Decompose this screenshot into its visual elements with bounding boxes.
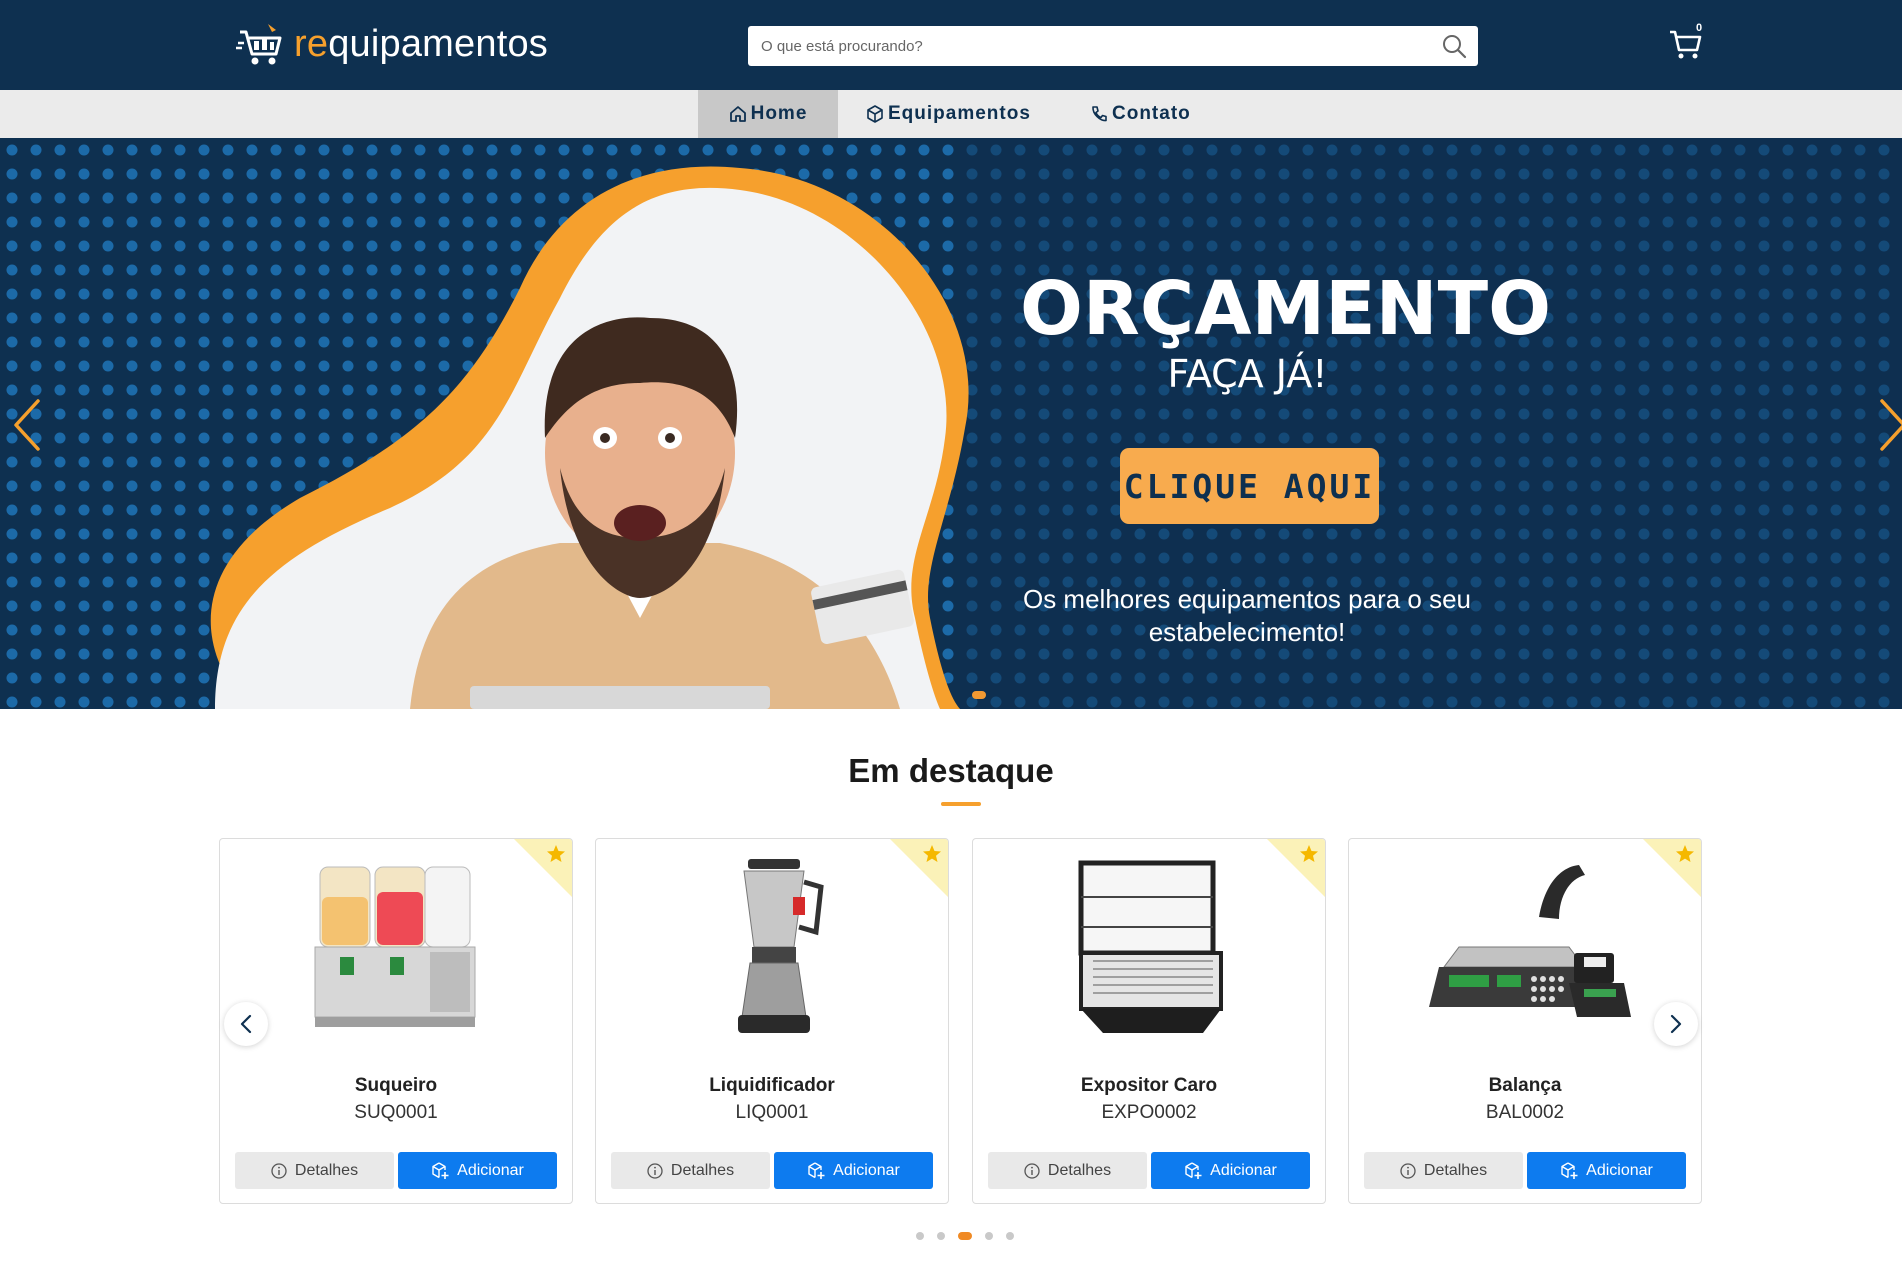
info-icon (271, 1162, 287, 1179)
box-icon (867, 105, 883, 123)
carousel-next-button[interactable] (1654, 1002, 1698, 1046)
add-label: Adicionar (1210, 1161, 1277, 1179)
info-icon (1400, 1162, 1416, 1179)
chevron-left-icon (240, 1014, 252, 1034)
pager-dot[interactable] (916, 1232, 924, 1240)
details-button[interactable]: Detalhes (1364, 1152, 1523, 1189)
nav-equipamentos-label: Equipamentos (888, 103, 1031, 124)
nav-contato-label: Contato (1112, 103, 1191, 124)
hero-subtitle: FAÇA JÁ! (1167, 352, 1328, 396)
featured-title: Em destaque (848, 752, 1054, 789)
carousel-prev-button[interactable] (224, 1002, 268, 1046)
featured-star-icon (890, 839, 948, 897)
product-code: BAL0002 (1485, 1102, 1565, 1123)
featured-star-icon (1643, 839, 1701, 897)
product-card: Balança BAL0002 Detalhes Adicionar (1348, 838, 1702, 1204)
search-box (748, 26, 1478, 66)
main-nav: Home Equipamentos Contato (0, 90, 1902, 138)
add-label: Adicionar (1586, 1161, 1653, 1179)
product-name: Suqueiro (354, 1075, 438, 1096)
featured-star-icon (514, 839, 572, 897)
add-label: Adicionar (457, 1161, 524, 1179)
product-name: Liquidificador (709, 1075, 835, 1096)
box-plus-icon (808, 1161, 825, 1179)
details-label: Detalhes (1047, 1161, 1112, 1179)
product-card: Liquidificador LIQ0001 Detalhes Adiciona… (595, 838, 949, 1204)
hero-prev-arrow-icon[interactable] (12, 398, 42, 452)
carousel-pager (916, 1232, 1027, 1240)
add-button[interactable]: Adicionar (1527, 1152, 1686, 1189)
product-name: Expositor Caro (1080, 1075, 1218, 1096)
cart-count-badge: 0 (1696, 22, 1703, 34)
logo-rest: quipamentos (328, 22, 548, 65)
nav-home-label: Home (750, 103, 808, 124)
product-code: LIQ0001 (735, 1102, 809, 1123)
details-button[interactable]: Detalhes (235, 1152, 394, 1189)
home-icon (729, 106, 746, 122)
top-header: requipamentos 0 (0, 0, 1902, 90)
add-label: Adicionar (833, 1161, 900, 1179)
nav-equipamentos[interactable]: Equipamentos (866, 90, 1031, 138)
logo[interactable]: requipamentos (232, 18, 548, 70)
logo-accent: re (294, 22, 329, 65)
featured-title-underline (941, 802, 981, 806)
pager-dot[interactable] (985, 1232, 993, 1240)
product-card: Suqueiro SUQ0001 Detalhes Adicionar (219, 838, 573, 1204)
details-label: Detalhes (670, 1161, 735, 1179)
nav-home[interactable]: Home (698, 90, 838, 138)
info-icon (647, 1162, 663, 1179)
chevron-right-icon (1670, 1014, 1682, 1034)
phone-icon (1092, 106, 1107, 122)
scale-image (1429, 865, 1631, 1017)
info-icon (1024, 1162, 1040, 1179)
details-button[interactable]: Detalhes (611, 1152, 770, 1189)
add-button[interactable]: Adicionar (398, 1152, 557, 1189)
box-plus-icon (1185, 1161, 1202, 1179)
add-button[interactable]: Adicionar (1151, 1152, 1310, 1189)
hero-person-image (210, 166, 969, 709)
details-label: Detalhes (1423, 1161, 1488, 1179)
hero-slide-indicator[interactable] (972, 691, 986, 699)
cart-logo-icon (236, 24, 282, 65)
hero-cta-button[interactable]: CLIQUE AQUI (1120, 448, 1379, 524)
hero-banner[interactable]: ORÇAMENTO FAÇA JÁ! CLIQUE AQUI Os melhor… (0, 138, 1902, 709)
product-name: Balança (1488, 1075, 1562, 1096)
pager-dot-active[interactable] (958, 1232, 972, 1240)
box-plus-icon (432, 1161, 449, 1179)
product-code: EXPO0002 (1101, 1102, 1197, 1123)
nav-contato[interactable]: Contato (1090, 90, 1191, 138)
logo-text: requipamentos (294, 23, 548, 66)
details-button[interactable]: Detalhes (988, 1152, 1147, 1189)
product-card: Expositor Caro EXPO0002 Detalhes Adicion… (972, 838, 1326, 1204)
featured-star-icon (1267, 839, 1325, 897)
hero-next-arrow-icon[interactable] (1878, 398, 1902, 452)
hero-title: ORÇAMENTO (1020, 266, 1551, 352)
blender-image (738, 859, 824, 1033)
search-input[interactable] (748, 26, 1428, 66)
juice-dispenser-image (314, 866, 476, 1027)
add-button[interactable]: Adicionar (774, 1152, 933, 1189)
details-label: Detalhes (294, 1161, 359, 1179)
cart-button[interactable]: 0 (1668, 22, 1712, 62)
product-code: SUQ0001 (354, 1102, 438, 1123)
box-plus-icon (1561, 1161, 1578, 1179)
search-icon[interactable] (1440, 32, 1468, 60)
display-case-image (1078, 860, 1223, 1033)
pager-dot[interactable] (937, 1232, 945, 1240)
pager-dot[interactable] (1006, 1232, 1014, 1240)
hero-tagline: Os melhores equipamentos para o seu esta… (1022, 584, 1472, 647)
